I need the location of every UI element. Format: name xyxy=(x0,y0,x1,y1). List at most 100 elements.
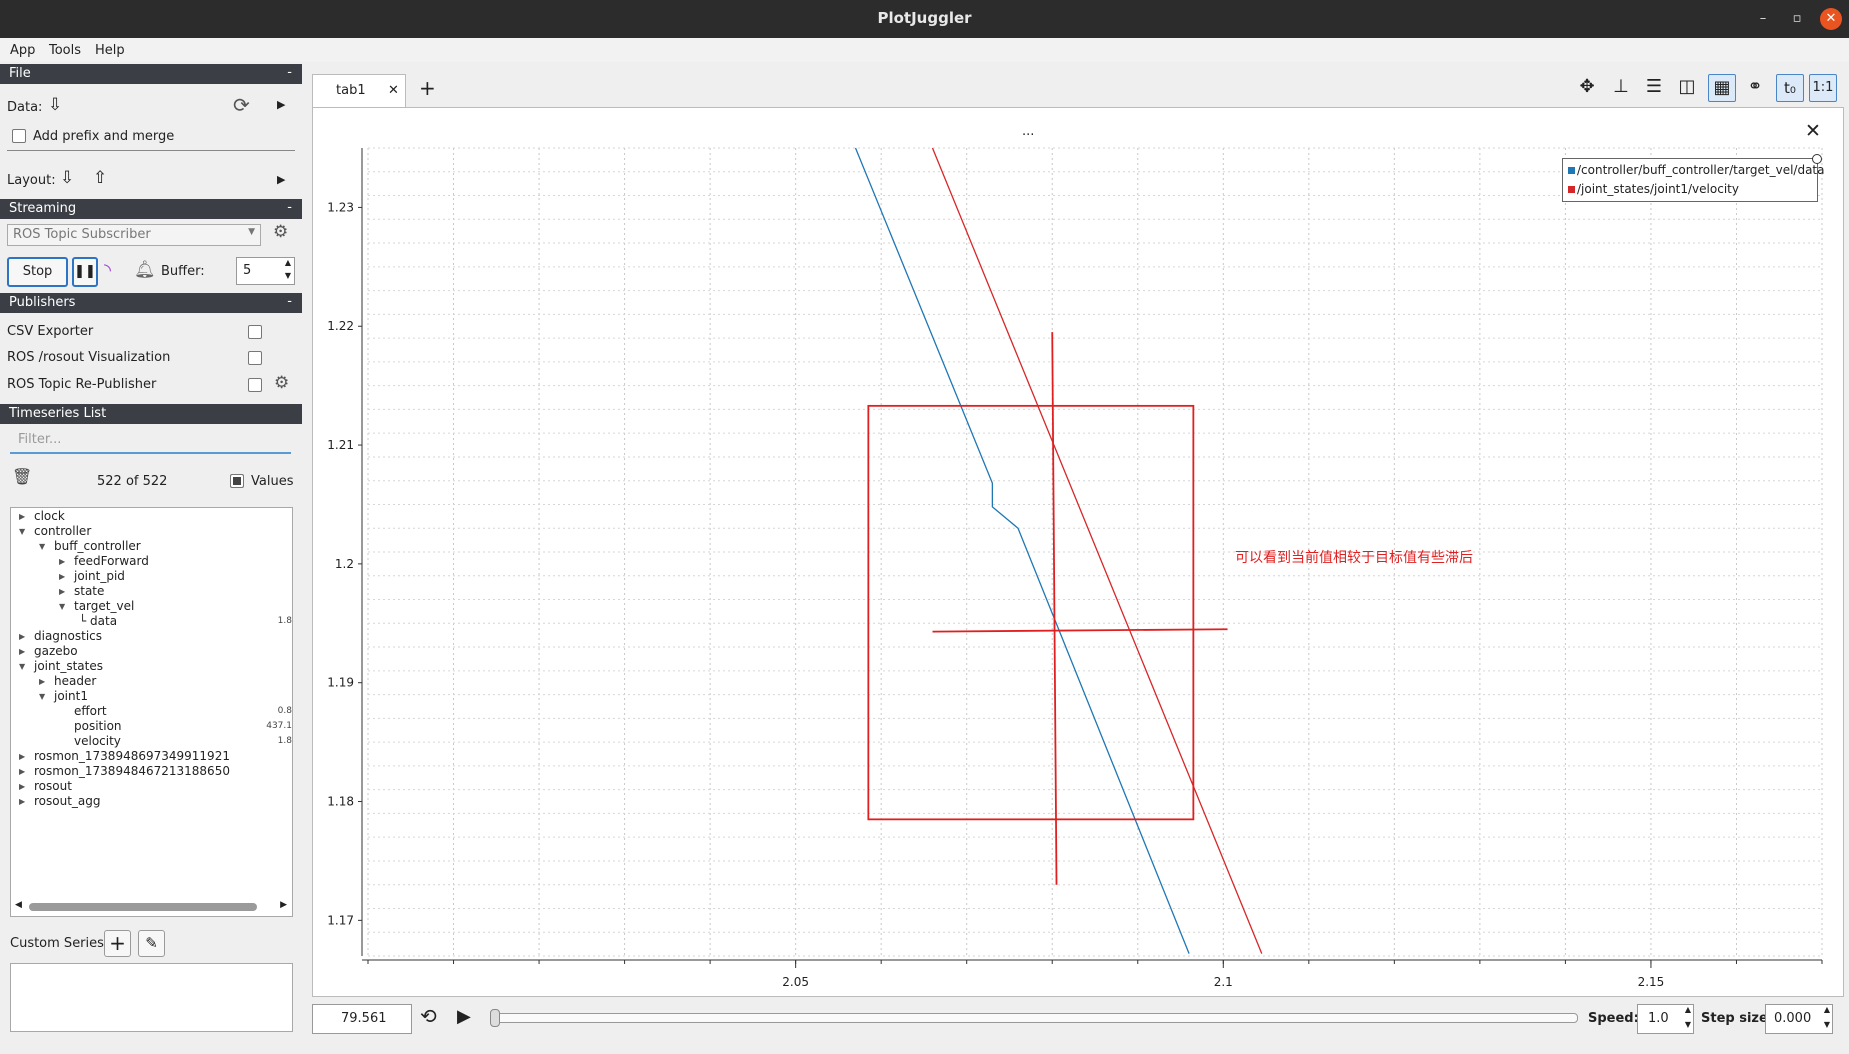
spin-down-icon[interactable]: ▼ xyxy=(1685,1020,1691,1029)
tree-item-buff-controller[interactable]: buff_controller xyxy=(54,539,141,553)
values-checkbox[interactable] xyxy=(230,474,244,488)
tree-item-position[interactable]: position xyxy=(74,719,122,733)
expand-arrow-icon[interactable]: ▶ xyxy=(19,647,25,656)
streaming-source-select[interactable]: ROS Topic Subscriber ▼ xyxy=(7,224,261,246)
legend-handle[interactable] xyxy=(1812,154,1822,164)
tree-item-joint1[interactable]: joint1 xyxy=(54,689,88,703)
gear-icon[interactable]: ⚙ xyxy=(273,222,288,242)
legend-item-velocity[interactable]: /joint_states/joint1/velocity xyxy=(1568,182,1739,196)
add-custom-series-button[interactable]: + xyxy=(104,930,131,957)
collapse-arrow-icon[interactable]: ▼ xyxy=(39,542,45,551)
tree-item-rosmon-2[interactable]: rosmon_1738948467213188650 xyxy=(34,764,230,778)
tab-tab1[interactable]: tab1 ✕ xyxy=(312,74,406,109)
expand-arrow-icon[interactable]: ▶ xyxy=(19,632,25,641)
tree-item-controller[interactable]: controller xyxy=(34,524,91,538)
tree-item-target-vel[interactable]: target_vel xyxy=(74,599,134,613)
scrollbar-thumb[interactable] xyxy=(29,903,257,911)
data-menu-arrow-icon[interactable]: ▶ xyxy=(277,98,285,111)
publisher-rosout-checkbox[interactable] xyxy=(248,351,262,365)
calendar-clock-icon[interactable]: ◫ xyxy=(1674,74,1700,100)
collapse-arrow-icon[interactable]: ▼ xyxy=(59,602,65,611)
tree-horizontal-scrollbar[interactable]: ◀ ▶ xyxy=(15,900,287,912)
file-header[interactable]: File - xyxy=(0,64,302,84)
grid-icon[interactable]: ▦ xyxy=(1708,74,1736,102)
minimize-icon[interactable]: – xyxy=(1752,8,1774,30)
pause-icon[interactable]: ❚❚ xyxy=(72,257,98,287)
spin-down-icon[interactable]: ▼ xyxy=(285,271,291,280)
tree-item-rosout-agg[interactable]: rosout_agg xyxy=(34,794,101,808)
link-icon[interactable]: ⚭ xyxy=(1742,74,1768,100)
timeseries-tree[interactable]: ▶ clock ▼ controller ▼ buff_controller ▶… xyxy=(10,507,293,917)
play-icon[interactable]: ▶ xyxy=(457,1006,471,1027)
spin-down-icon[interactable]: ▼ xyxy=(1824,1020,1830,1029)
layout-menu-arrow-icon[interactable]: ▶ xyxy=(277,173,285,186)
tree-item-diagnostics[interactable]: diagnostics xyxy=(34,629,102,643)
streaming-header[interactable]: Streaming - xyxy=(0,199,302,219)
expand-arrow-icon[interactable]: ▶ xyxy=(19,512,25,521)
chart-legend[interactable]: /controller/buff_controller/target_vel/d… xyxy=(1562,154,1825,202)
tree-item-joint-states[interactable]: joint_states xyxy=(34,659,103,673)
expand-arrow-icon[interactable]: ▶ xyxy=(19,752,25,761)
legend-item-target-vel[interactable]: /controller/buff_controller/target_vel/d… xyxy=(1568,163,1825,177)
menu-help[interactable]: Help xyxy=(95,43,125,58)
edit-icon[interactable]: ✎ xyxy=(138,930,165,957)
timeseries-header[interactable]: Timeseries List xyxy=(0,404,302,424)
close-tab-icon[interactable]: ✕ xyxy=(388,83,399,98)
tree-item-state[interactable]: state xyxy=(74,584,104,598)
ratio-1-1-icon[interactable]: 1:1 xyxy=(1809,74,1837,102)
tree-item-clock[interactable]: clock xyxy=(34,509,65,523)
tree-item-joint-pid[interactable]: joint_pid xyxy=(74,569,125,583)
buffer-spinbox[interactable]: 5 ▲ ▼ xyxy=(236,257,295,285)
tree-item-effort[interactable]: effort xyxy=(74,704,107,718)
collapse-arrow-icon[interactable]: ▼ xyxy=(19,662,25,671)
line-chart[interactable]: 1.17 1.18 1.19 1.2 1.21 1.22 1.23 2.05 2.1 2.15 xyxy=(312,140,1832,1000)
slider-handle[interactable] xyxy=(490,1009,500,1027)
restore-icon[interactable]: ▫ xyxy=(1786,8,1808,30)
bell-icon[interactable]: 🔔︎ xyxy=(134,260,156,280)
save-layout-icon[interactable]: ⇧ xyxy=(93,168,107,188)
trash-icon[interactable]: 🗑︎ xyxy=(12,467,32,486)
time-field[interactable]: 79.561 xyxy=(312,1004,412,1034)
close-window-icon[interactable]: ✕ xyxy=(1820,8,1842,30)
speed-spinbox[interactable]: 1.0 ▲ ▼ xyxy=(1637,1004,1694,1034)
tree-item-header[interactable]: header xyxy=(54,674,96,688)
expand-arrow-icon[interactable]: ▶ xyxy=(59,587,65,596)
publisher-csv-checkbox[interactable] xyxy=(248,325,262,339)
publisher-republisher-checkbox[interactable] xyxy=(248,378,262,392)
loop-icon[interactable]: ⟲ xyxy=(420,1004,437,1028)
collapse-arrow-icon[interactable]: ▼ xyxy=(39,692,45,701)
load-layout-icon[interactable]: ⇩ xyxy=(60,168,74,188)
republisher-gear-icon[interactable]: ⚙ xyxy=(274,373,289,393)
close-plot-icon[interactable]: ✕ xyxy=(1805,120,1821,142)
zoom-axes-icon[interactable]: ⊥ xyxy=(1608,74,1634,100)
import-data-icon[interactable]: ⇩ xyxy=(48,95,62,115)
prefix-checkbox[interactable] xyxy=(12,129,26,143)
tree-item-velocity[interactable]: velocity xyxy=(74,734,121,748)
publishers-header[interactable]: Publishers - xyxy=(0,293,302,313)
expand-arrow-icon[interactable]: ▶ xyxy=(39,677,45,686)
expand-arrow-icon[interactable]: ▶ xyxy=(19,797,25,806)
stop-button[interactable]: Stop xyxy=(7,257,68,287)
expand-arrow-icon[interactable]: ▶ xyxy=(59,572,65,581)
tree-item-feedforward[interactable]: feedForward xyxy=(74,554,149,568)
tree-item-gazebo[interactable]: gazebo xyxy=(34,644,78,658)
expand-arrow-icon[interactable]: ▶ xyxy=(59,557,65,566)
menu-tools[interactable]: Tools xyxy=(49,43,81,58)
tree-item-rosout[interactable]: rosout xyxy=(34,779,72,793)
collapse-arrow-icon[interactable]: ▼ xyxy=(19,527,25,536)
menu-app[interactable]: App xyxy=(10,43,35,58)
custom-series-list[interactable] xyxy=(10,963,293,1032)
tree-item-data[interactable]: └ data xyxy=(79,614,117,628)
spin-up-icon[interactable]: ▲ xyxy=(1685,1005,1691,1014)
filter-input[interactable]: Filter... xyxy=(10,428,291,454)
move-icon[interactable]: ✥ xyxy=(1574,74,1600,100)
expand-arrow-icon[interactable]: ▶ xyxy=(19,782,25,791)
rss-icon[interactable]: ◝ xyxy=(104,260,111,281)
reload-icon[interactable]: ⟳ xyxy=(233,93,250,117)
time-zero-icon[interactable]: t₀ xyxy=(1776,74,1804,102)
add-tab-button[interactable]: + xyxy=(419,76,436,100)
time-slider[interactable] xyxy=(490,1009,1578,1027)
list-icon[interactable]: ☰ xyxy=(1641,74,1667,100)
expand-arrow-icon[interactable]: ▶ xyxy=(19,767,25,776)
spin-up-icon[interactable]: ▲ xyxy=(285,258,291,267)
